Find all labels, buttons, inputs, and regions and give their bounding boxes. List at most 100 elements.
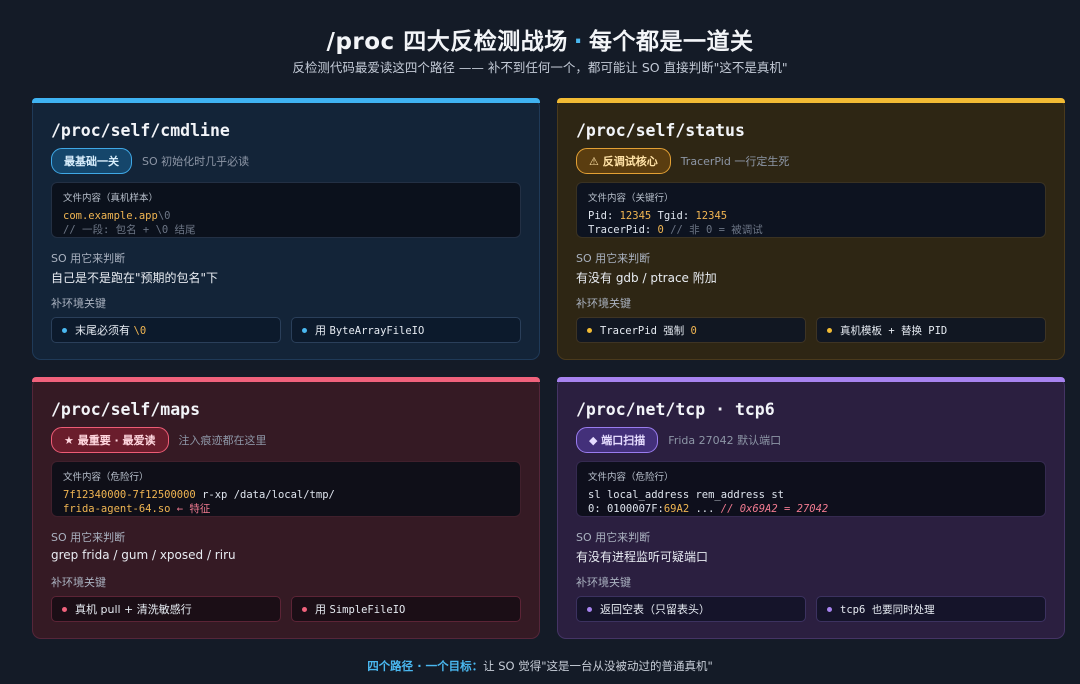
code-head: 文件内容（危险行） <box>63 472 149 483</box>
code-line: Pid: 12345 Tgid: 12345 <box>588 209 1034 223</box>
code-comment: // 0x69A2 = 27042 <box>720 503 829 515</box>
bullet-icon <box>62 606 67 612</box>
code-head: 文件内容（危险行） <box>588 472 674 483</box>
code-address: 7f12340000-7f12500000 <box>63 489 196 501</box>
card-title: /proc/self/status <box>576 121 745 140</box>
key-text: 用 <box>315 603 330 616</box>
card-accent-bar <box>557 98 1065 103</box>
bullet-icon <box>62 327 67 333</box>
badge-row: 最基础一关 SO 初始化时几乎必读 <box>51 148 249 174</box>
footer: 四个路径 · 一个目标：让 SO 觉得"这是一台从没被动过的普通真机" <box>0 658 1080 674</box>
key-item: 用 SimpleFileIO <box>291 596 521 622</box>
keys-row: 末尾必须有 \0 用 ByteArrayFileIO <box>51 317 521 343</box>
badge-note: Frida 27042 默认端口 <box>668 434 782 447</box>
title-main: /proc 四大反检测战场 <box>326 29 568 55</box>
keys-label: 补环境关键 <box>576 576 631 589</box>
card-accent-bar <box>32 377 540 382</box>
badge-row: ◆ 端口扫描 Frida 27042 默认端口 <box>576 427 781 453</box>
code-box: 文件内容（关键行） Pid: 12345 Tgid: 12345 TracerP… <box>576 182 1046 238</box>
code-line: sl local_address rem_address st <box>588 489 784 501</box>
card-title: /proc/self/cmdline <box>51 121 230 140</box>
card-badge: ◆ 端口扫描 <box>576 427 659 453</box>
bullet-icon <box>302 327 307 333</box>
key-text: 真机模板 + 替换 PID <box>840 324 948 337</box>
judge-text: 有没有进程监听可疑端口 <box>576 550 709 564</box>
key-code: \0 <box>133 325 147 337</box>
key-text: 返回空表（只留表头） <box>600 603 710 616</box>
key-code: ByteArrayFileIO <box>329 325 425 337</box>
judge-text: 自己是不是跑在"预期的包名"下 <box>51 271 219 285</box>
key-text: 真机 pull + 清洗敏感行 <box>75 603 192 616</box>
code-null: \0 <box>157 210 171 222</box>
key-item: 末尾必须有 \0 <box>51 317 281 343</box>
code-box: 文件内容（危险行） 7f12340000-7f12500000 r-xp /da… <box>51 461 521 517</box>
card-status: /proc/self/status ⚠ 反调试核心 TracerPid 一行定生… <box>557 98 1065 360</box>
keys-row: 返回空表（只留表头） tcp6 也要同时处理 <box>576 596 1046 622</box>
bullet-icon <box>587 327 592 333</box>
code-path: r-xp /data/local/tmp/ <box>195 489 335 501</box>
card-badge: ★ 最重要 · 最爱读 <box>51 427 169 453</box>
title-tail: 每个都是一道关 <box>588 29 754 55</box>
code-package: com.example.app <box>63 210 158 222</box>
keys-label: 补环境关键 <box>51 297 106 310</box>
badge-note: TracerPid 一行定生死 <box>680 155 790 168</box>
code-line: frida-agent-64.so ← 特征 <box>63 502 509 516</box>
keys-row: 真机 pull + 清洗敏感行 用 SimpleFileIO <box>51 596 521 622</box>
code-address: 0: 0100007F: <box>588 503 664 515</box>
keys-label: 补环境关键 <box>576 297 631 310</box>
card-title: /proc/net/tcp · tcp6 <box>576 400 775 419</box>
key-text: TracerPid 强制 <box>600 324 691 337</box>
judge-text: 有没有 gdb / ptrace 附加 <box>576 271 717 285</box>
footer-text: 让 SO 觉得"这是一台从没被动过的普通真机" <box>483 659 713 673</box>
card-cmdline: /proc/self/cmdline 最基础一关 SO 初始化时几乎必读 文件内… <box>32 98 540 360</box>
code-key: Pid: <box>588 210 620 222</box>
footer-highlight: 四个路径 · 一个目标： <box>367 659 484 673</box>
judge-label: SO 用它来判断 <box>576 252 651 265</box>
badge-row: ⚠ 反调试核心 TracerPid 一行定生死 <box>576 148 789 174</box>
badge-note: 注入痕迹都在这里 <box>178 434 267 447</box>
card-accent-bar <box>557 377 1065 382</box>
code-line: 7f12340000-7f12500000 r-xp /data/local/t… <box>63 488 509 502</box>
card-badge: 最基础一关 <box>51 148 132 174</box>
card-title: /proc/self/maps <box>51 400 201 419</box>
judge-label: SO 用它来判断 <box>51 252 126 265</box>
key-text: tcp6 也要同时处理 <box>840 603 935 616</box>
code-port: 69A2 <box>663 503 690 515</box>
bullet-icon <box>302 606 307 612</box>
key-item: 返回空表（只留表头） <box>576 596 806 622</box>
code-box: 文件内容（危险行） sl local_address rem_address s… <box>576 461 1046 517</box>
code-value: 12345 <box>695 210 728 222</box>
code-line: 0: 0100007F:69A2 ... // 0x69A2 = 27042 <box>588 502 1034 516</box>
key-item: tcp6 也要同时处理 <box>816 596 1046 622</box>
key-item: 真机模板 + 替换 PID <box>816 317 1046 343</box>
keys-row: TracerPid 强制 0 真机模板 + 替换 PID <box>576 317 1046 343</box>
code-key: TracerPid: <box>588 224 658 236</box>
judge-text: grep frida / gum / xposed / riru <box>51 548 236 562</box>
code-agent: frida-agent-64.so <box>63 503 171 515</box>
code-marker: ← 特征 <box>170 503 211 515</box>
bullet-icon <box>587 606 592 612</box>
page-subtitle: 反检测代码最爱读这四个路径 —— 补不到任何一个，都可能让 SO 直接判断"这不… <box>292 60 788 75</box>
key-item: 真机 pull + 清洗敏感行 <box>51 596 281 622</box>
card-maps: /proc/self/maps ★ 最重要 · 最爱读 注入痕迹都在这里 文件内… <box>32 377 540 639</box>
key-code: SimpleFileIO <box>329 604 406 616</box>
badge-row: ★ 最重要 · 最爱读 注入痕迹都在这里 <box>51 427 267 453</box>
code-head: 文件内容（真机样本） <box>63 193 159 204</box>
code-box: 文件内容（真机样本） com.example.app\0 // 一段: 包名 +… <box>51 182 521 238</box>
judge-label: SO 用它来判断 <box>576 531 651 544</box>
key-text: 末尾必须有 <box>75 324 134 337</box>
code-value: 12345 <box>619 210 652 222</box>
code-comment: // 一段: 包名 + \0 结尾 <box>63 224 196 236</box>
code-key: Tgid: <box>651 210 696 222</box>
card-tcp: /proc/net/tcp · tcp6 ◆ 端口扫描 Frida 27042 … <box>557 377 1065 639</box>
title-dot: · <box>573 29 583 55</box>
keys-label: 补环境关键 <box>51 576 106 589</box>
key-item: TracerPid 强制 0 <box>576 317 806 343</box>
code-head: 文件内容（关键行） <box>588 193 674 204</box>
key-text: 用 <box>315 324 330 337</box>
code-line: TracerPid: 0 // 非 0 = 被调试 <box>588 223 1034 237</box>
key-item: 用 ByteArrayFileIO <box>291 317 521 343</box>
code-line: com.example.app\0 <box>63 209 509 223</box>
page-title: /proc 四大反检测战场 · 每个都是一道关 <box>0 22 1080 56</box>
key-code: 0 <box>690 324 697 337</box>
